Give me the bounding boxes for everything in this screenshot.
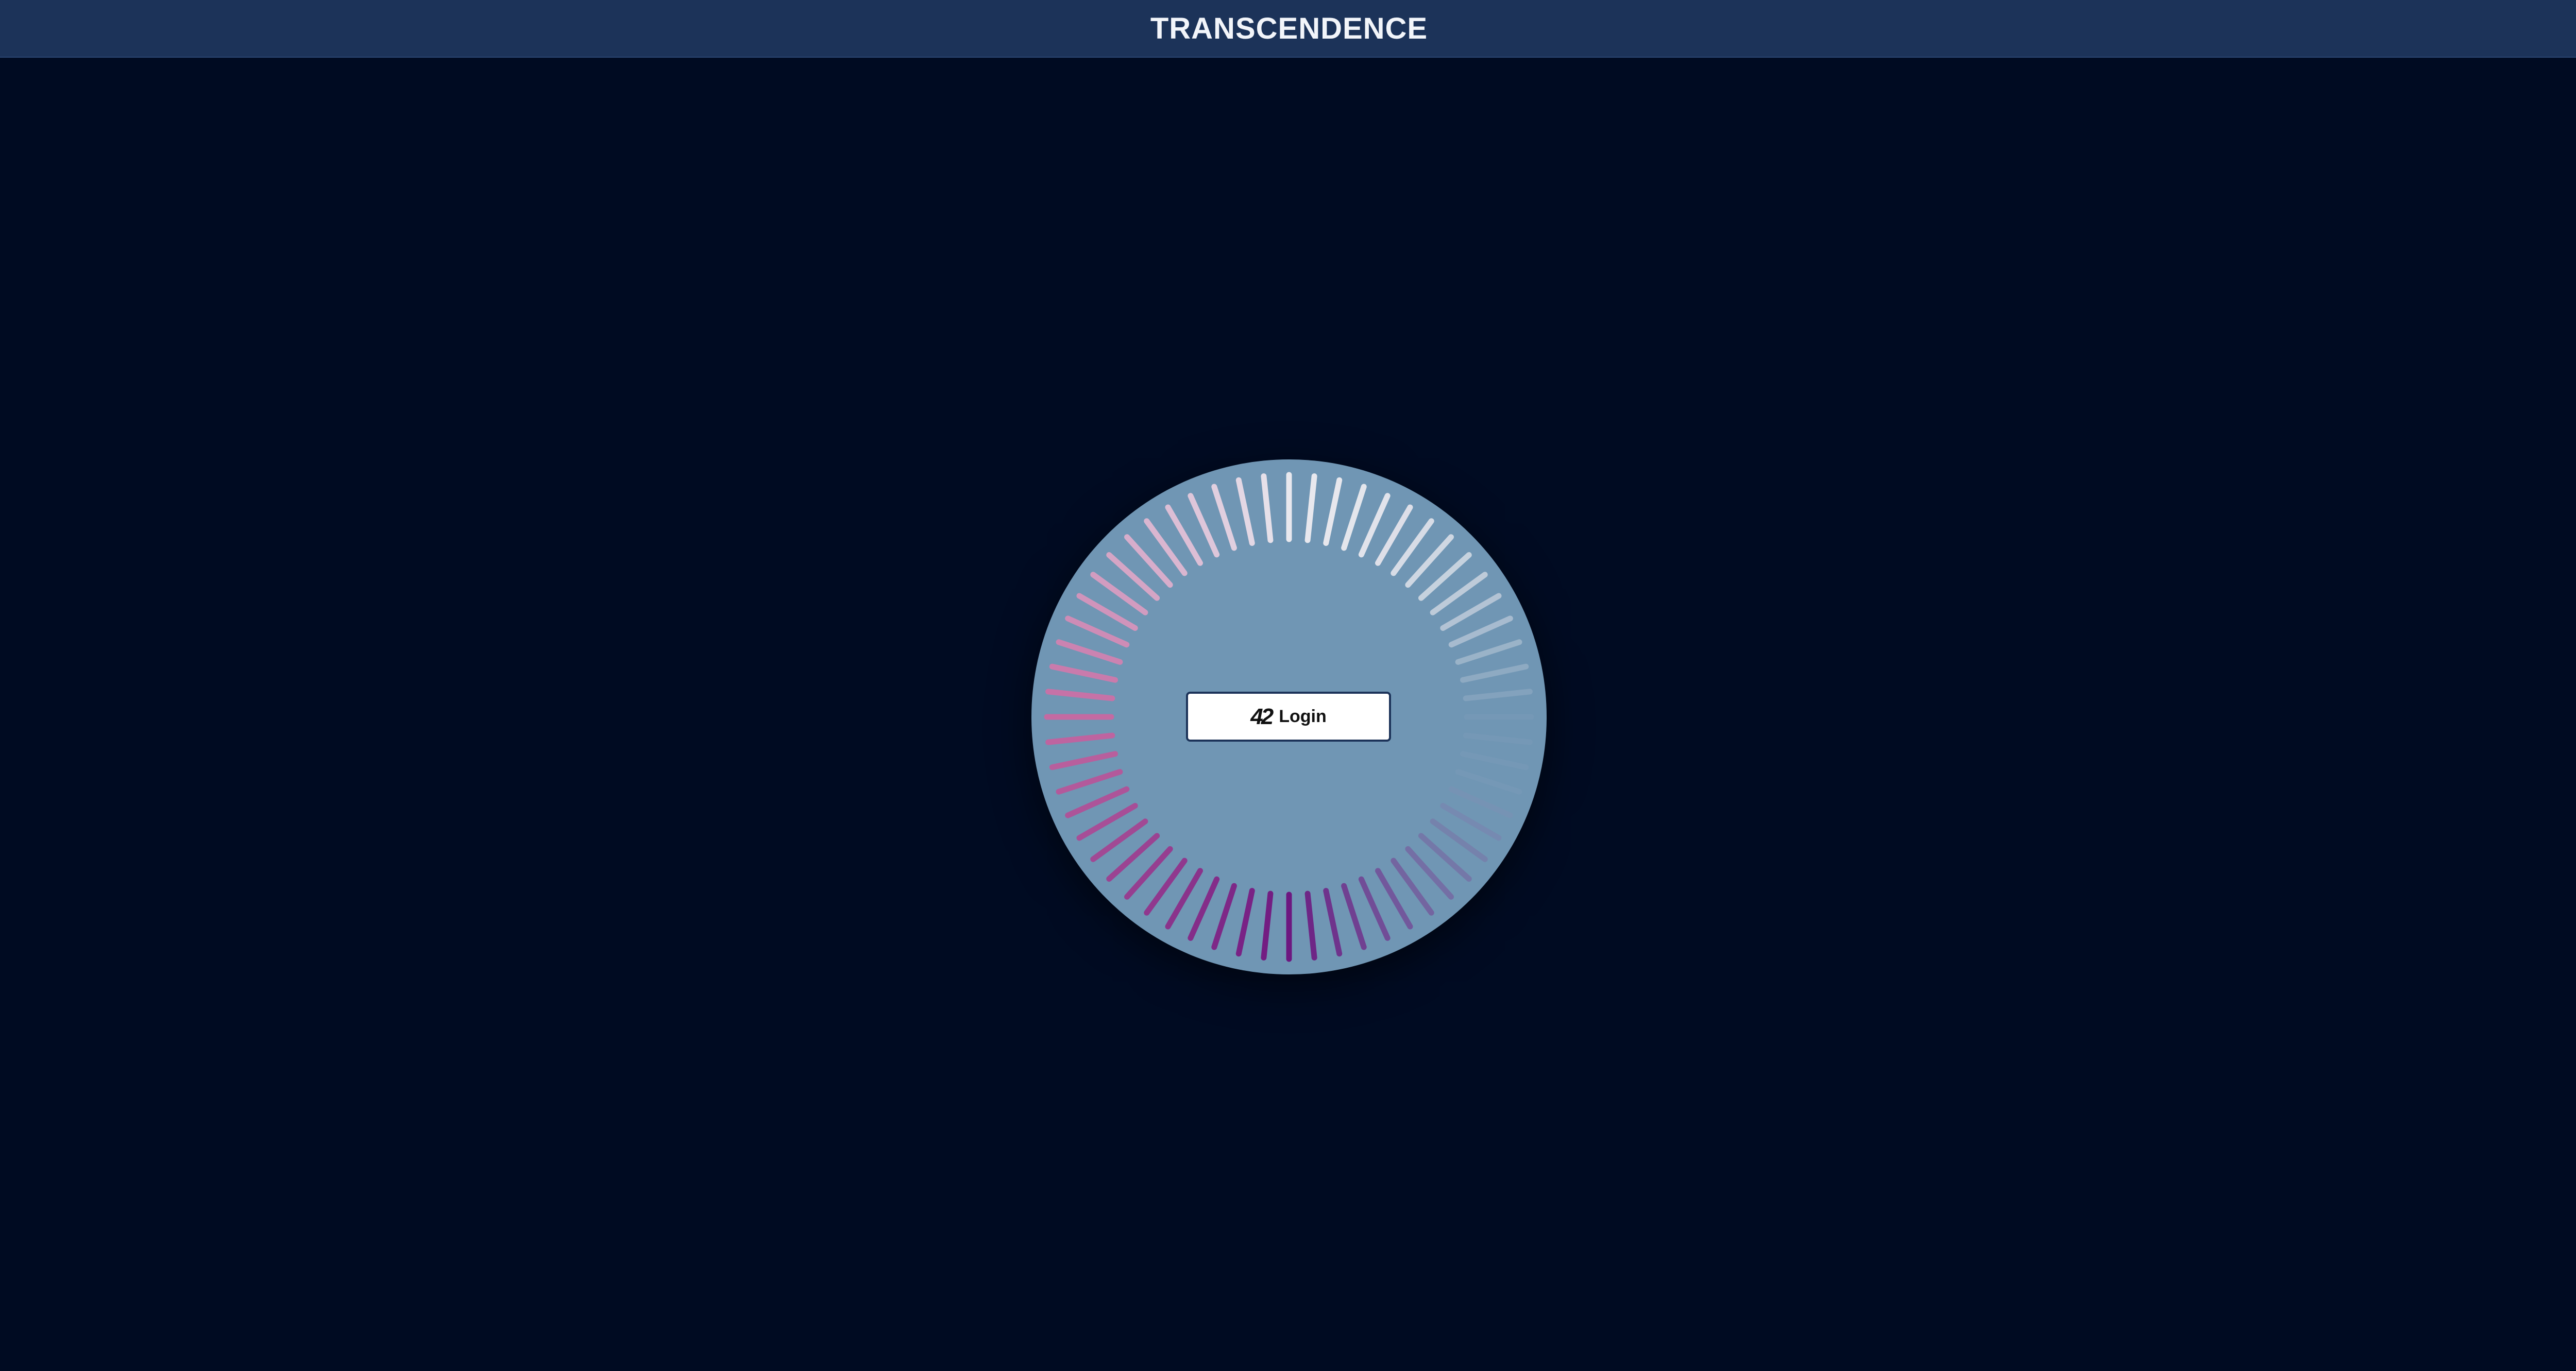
dial-tick: [1049, 751, 1118, 770]
dial-tick: [1056, 769, 1123, 795]
dial-tick: [1188, 493, 1220, 558]
app-header: TRANSCENDENCE: [0, 0, 2576, 58]
login-label: Login: [1279, 707, 1327, 726]
dial-tick: [1188, 876, 1220, 941]
dial-tick: [1323, 477, 1343, 546]
dial-tick: [1448, 615, 1513, 648]
app-title: TRANSCENDENCE: [1150, 11, 1428, 45]
42-logo-icon: 42: [1250, 704, 1274, 729]
dial-tick: [1211, 883, 1237, 950]
dial-tick: [1323, 887, 1343, 957]
dial-tick: [1460, 751, 1529, 770]
dial-tick: [1261, 473, 1274, 543]
dial-tick: [1056, 639, 1123, 665]
dial-tick: [1261, 890, 1274, 961]
dial-tick: [1341, 883, 1367, 950]
dial-tick: [1341, 484, 1367, 551]
dial-tick: [1358, 876, 1391, 941]
dial-tick: [1455, 639, 1522, 665]
dial-tick: [1455, 769, 1522, 795]
login-button[interactable]: 42 Login: [1186, 692, 1391, 742]
dial-tick: [1358, 493, 1391, 558]
dial-tick: [1235, 477, 1255, 546]
dial-tick: [1065, 786, 1130, 818]
dial-tick: [1045, 732, 1115, 745]
dial-tick: [1235, 887, 1255, 957]
dial-tick: [1049, 663, 1118, 683]
dial-tick: [1460, 663, 1529, 683]
dial-tick: [1211, 484, 1237, 551]
dial-tick: [1463, 732, 1533, 745]
dial-tick: [1045, 689, 1115, 701]
dial-tick: [1448, 786, 1513, 818]
dial-tick: [1463, 689, 1533, 701]
dial-tick: [1304, 890, 1317, 961]
dial-tick: [1304, 473, 1317, 543]
dial-tick: [1065, 615, 1130, 648]
